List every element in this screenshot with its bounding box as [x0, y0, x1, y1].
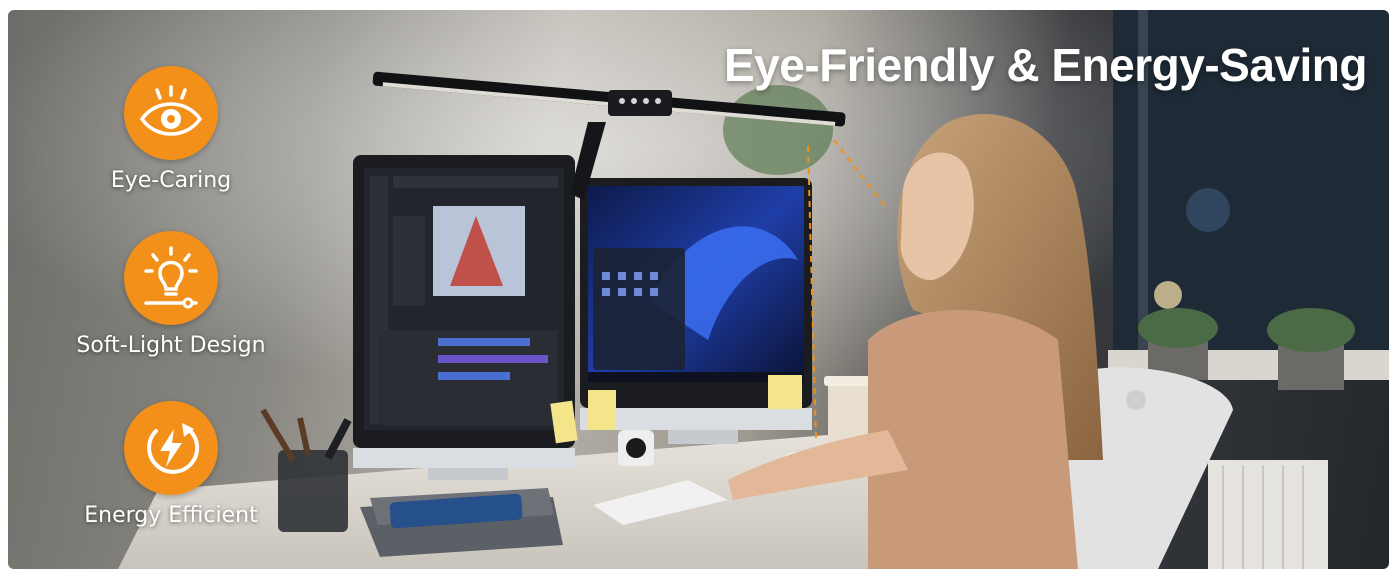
headline: Eye-Friendly & Energy-Saving — [724, 39, 1367, 91]
feature-energy-efficient: Energy Efficient — [66, 401, 276, 528]
feature-label: Soft-Light Design — [76, 333, 266, 358]
eye-icon — [124, 66, 218, 160]
feature-soft-light-design: Soft-Light Design — [66, 231, 276, 358]
lightbulb-icon — [124, 231, 218, 325]
feature-label: Energy Efficient — [84, 503, 258, 528]
feature-label: Eye-Caring — [110, 168, 232, 193]
product-banner: Eye-Friendly & Energy-Saving Eye-Caring — [8, 10, 1389, 569]
feature-eye-caring: Eye-Caring — [66, 66, 276, 193]
energy-bolt-icon — [124, 401, 218, 495]
